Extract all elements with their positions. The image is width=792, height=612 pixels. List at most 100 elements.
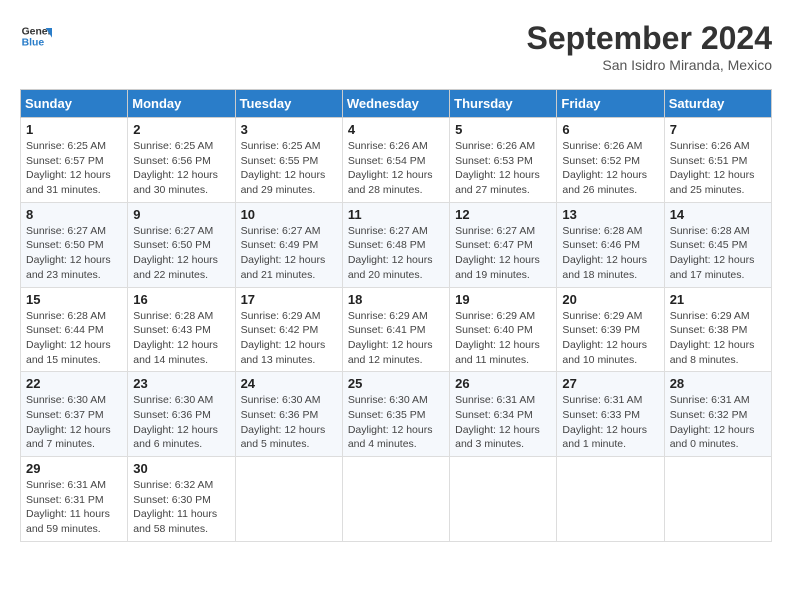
day-detail: Sunrise: 6:25 AM Sunset: 6:57 PM Dayligh… bbox=[26, 139, 122, 198]
column-header-wednesday: Wednesday bbox=[342, 90, 449, 118]
day-number: 9 bbox=[133, 207, 229, 222]
day-detail: Sunrise: 6:25 AM Sunset: 6:55 PM Dayligh… bbox=[241, 139, 337, 198]
day-detail: Sunrise: 6:27 AM Sunset: 6:48 PM Dayligh… bbox=[348, 224, 444, 283]
calendar-cell: 16 Sunrise: 6:28 AM Sunset: 6:43 PM Dayl… bbox=[128, 287, 235, 372]
calendar-cell: 23 Sunrise: 6:30 AM Sunset: 6:36 PM Dayl… bbox=[128, 372, 235, 457]
column-header-tuesday: Tuesday bbox=[235, 90, 342, 118]
calendar-cell: 8 Sunrise: 6:27 AM Sunset: 6:50 PM Dayli… bbox=[21, 202, 128, 287]
day-number: 8 bbox=[26, 207, 122, 222]
calendar-cell: 24 Sunrise: 6:30 AM Sunset: 6:36 PM Dayl… bbox=[235, 372, 342, 457]
calendar-cell: 25 Sunrise: 6:30 AM Sunset: 6:35 PM Dayl… bbox=[342, 372, 449, 457]
day-detail: Sunrise: 6:26 AM Sunset: 6:52 PM Dayligh… bbox=[562, 139, 658, 198]
day-number: 14 bbox=[670, 207, 766, 222]
day-detail: Sunrise: 6:28 AM Sunset: 6:46 PM Dayligh… bbox=[562, 224, 658, 283]
day-detail: Sunrise: 6:27 AM Sunset: 6:50 PM Dayligh… bbox=[133, 224, 229, 283]
day-detail: Sunrise: 6:28 AM Sunset: 6:44 PM Dayligh… bbox=[26, 309, 122, 368]
day-number: 22 bbox=[26, 376, 122, 391]
day-detail: Sunrise: 6:29 AM Sunset: 6:41 PM Dayligh… bbox=[348, 309, 444, 368]
calendar-cell: 26 Sunrise: 6:31 AM Sunset: 6:34 PM Dayl… bbox=[450, 372, 557, 457]
calendar-title-area: September 2024 San Isidro Miranda, Mexic… bbox=[527, 20, 772, 73]
day-number: 29 bbox=[26, 461, 122, 476]
day-number: 6 bbox=[562, 122, 658, 137]
calendar-week-5: 29 Sunrise: 6:31 AM Sunset: 6:31 PM Dayl… bbox=[21, 457, 772, 542]
calendar-cell: 22 Sunrise: 6:30 AM Sunset: 6:37 PM Dayl… bbox=[21, 372, 128, 457]
calendar-cell: 15 Sunrise: 6:28 AM Sunset: 6:44 PM Dayl… bbox=[21, 287, 128, 372]
day-number: 12 bbox=[455, 207, 551, 222]
calendar-cell: 14 Sunrise: 6:28 AM Sunset: 6:45 PM Dayl… bbox=[664, 202, 771, 287]
calendar-cell bbox=[664, 457, 771, 542]
calendar-subtitle: San Isidro Miranda, Mexico bbox=[527, 57, 772, 73]
day-detail: Sunrise: 6:31 AM Sunset: 6:34 PM Dayligh… bbox=[455, 393, 551, 452]
day-number: 19 bbox=[455, 292, 551, 307]
calendar-table: SundayMondayTuesdayWednesdayThursdayFrid… bbox=[20, 89, 772, 542]
calendar-title: September 2024 bbox=[527, 20, 772, 57]
calendar-cell: 5 Sunrise: 6:26 AM Sunset: 6:53 PM Dayli… bbox=[450, 118, 557, 203]
day-number: 11 bbox=[348, 207, 444, 222]
calendar-cell: 19 Sunrise: 6:29 AM Sunset: 6:40 PM Dayl… bbox=[450, 287, 557, 372]
day-number: 16 bbox=[133, 292, 229, 307]
calendar-week-2: 8 Sunrise: 6:27 AM Sunset: 6:50 PM Dayli… bbox=[21, 202, 772, 287]
calendar-cell: 9 Sunrise: 6:27 AM Sunset: 6:50 PM Dayli… bbox=[128, 202, 235, 287]
day-number: 5 bbox=[455, 122, 551, 137]
day-detail: Sunrise: 6:29 AM Sunset: 6:40 PM Dayligh… bbox=[455, 309, 551, 368]
day-detail: Sunrise: 6:27 AM Sunset: 6:47 PM Dayligh… bbox=[455, 224, 551, 283]
calendar-cell: 3 Sunrise: 6:25 AM Sunset: 6:55 PM Dayli… bbox=[235, 118, 342, 203]
day-number: 18 bbox=[348, 292, 444, 307]
day-number: 20 bbox=[562, 292, 658, 307]
day-number: 7 bbox=[670, 122, 766, 137]
column-header-sunday: Sunday bbox=[21, 90, 128, 118]
calendar-cell: 27 Sunrise: 6:31 AM Sunset: 6:33 PM Dayl… bbox=[557, 372, 664, 457]
day-detail: Sunrise: 6:30 AM Sunset: 6:36 PM Dayligh… bbox=[241, 393, 337, 452]
day-number: 25 bbox=[348, 376, 444, 391]
day-number: 23 bbox=[133, 376, 229, 391]
calendar-week-3: 15 Sunrise: 6:28 AM Sunset: 6:44 PM Dayl… bbox=[21, 287, 772, 372]
calendar-cell: 10 Sunrise: 6:27 AM Sunset: 6:49 PM Dayl… bbox=[235, 202, 342, 287]
day-detail: Sunrise: 6:27 AM Sunset: 6:50 PM Dayligh… bbox=[26, 224, 122, 283]
calendar-cell: 2 Sunrise: 6:25 AM Sunset: 6:56 PM Dayli… bbox=[128, 118, 235, 203]
calendar-cell: 6 Sunrise: 6:26 AM Sunset: 6:52 PM Dayli… bbox=[557, 118, 664, 203]
calendar-cell: 1 Sunrise: 6:25 AM Sunset: 6:57 PM Dayli… bbox=[21, 118, 128, 203]
logo-icon: General Blue bbox=[20, 20, 52, 52]
column-header-thursday: Thursday bbox=[450, 90, 557, 118]
day-detail: Sunrise: 6:25 AM Sunset: 6:56 PM Dayligh… bbox=[133, 139, 229, 198]
day-detail: Sunrise: 6:29 AM Sunset: 6:39 PM Dayligh… bbox=[562, 309, 658, 368]
day-number: 28 bbox=[670, 376, 766, 391]
day-number: 27 bbox=[562, 376, 658, 391]
day-detail: Sunrise: 6:30 AM Sunset: 6:36 PM Dayligh… bbox=[133, 393, 229, 452]
calendar-cell: 7 Sunrise: 6:26 AM Sunset: 6:51 PM Dayli… bbox=[664, 118, 771, 203]
day-detail: Sunrise: 6:26 AM Sunset: 6:53 PM Dayligh… bbox=[455, 139, 551, 198]
day-detail: Sunrise: 6:27 AM Sunset: 6:49 PM Dayligh… bbox=[241, 224, 337, 283]
day-number: 15 bbox=[26, 292, 122, 307]
day-number: 1 bbox=[26, 122, 122, 137]
day-number: 30 bbox=[133, 461, 229, 476]
day-detail: Sunrise: 6:30 AM Sunset: 6:37 PM Dayligh… bbox=[26, 393, 122, 452]
calendar-cell: 30 Sunrise: 6:32 AM Sunset: 6:30 PM Dayl… bbox=[128, 457, 235, 542]
calendar-cell bbox=[235, 457, 342, 542]
day-number: 26 bbox=[455, 376, 551, 391]
day-number: 17 bbox=[241, 292, 337, 307]
calendar-week-4: 22 Sunrise: 6:30 AM Sunset: 6:37 PM Dayl… bbox=[21, 372, 772, 457]
day-number: 4 bbox=[348, 122, 444, 137]
day-detail: Sunrise: 6:31 AM Sunset: 6:33 PM Dayligh… bbox=[562, 393, 658, 452]
calendar-cell: 4 Sunrise: 6:26 AM Sunset: 6:54 PM Dayli… bbox=[342, 118, 449, 203]
column-header-monday: Monday bbox=[128, 90, 235, 118]
column-header-friday: Friday bbox=[557, 90, 664, 118]
calendar-cell bbox=[342, 457, 449, 542]
day-detail: Sunrise: 6:28 AM Sunset: 6:45 PM Dayligh… bbox=[670, 224, 766, 283]
column-header-saturday: Saturday bbox=[664, 90, 771, 118]
svg-text:Blue: Blue bbox=[22, 38, 45, 49]
day-detail: Sunrise: 6:30 AM Sunset: 6:35 PM Dayligh… bbox=[348, 393, 444, 452]
day-detail: Sunrise: 6:29 AM Sunset: 6:38 PM Dayligh… bbox=[670, 309, 766, 368]
calendar-cell: 11 Sunrise: 6:27 AM Sunset: 6:48 PM Dayl… bbox=[342, 202, 449, 287]
day-detail: Sunrise: 6:28 AM Sunset: 6:43 PM Dayligh… bbox=[133, 309, 229, 368]
day-detail: Sunrise: 6:32 AM Sunset: 6:30 PM Dayligh… bbox=[133, 478, 229, 537]
calendar-cell: 13 Sunrise: 6:28 AM Sunset: 6:46 PM Dayl… bbox=[557, 202, 664, 287]
logo: General Blue bbox=[20, 20, 52, 52]
calendar-cell: 28 Sunrise: 6:31 AM Sunset: 6:32 PM Dayl… bbox=[664, 372, 771, 457]
day-number: 10 bbox=[241, 207, 337, 222]
calendar-cell: 20 Sunrise: 6:29 AM Sunset: 6:39 PM Dayl… bbox=[557, 287, 664, 372]
day-detail: Sunrise: 6:26 AM Sunset: 6:51 PM Dayligh… bbox=[670, 139, 766, 198]
day-detail: Sunrise: 6:29 AM Sunset: 6:42 PM Dayligh… bbox=[241, 309, 337, 368]
calendar-cell: 18 Sunrise: 6:29 AM Sunset: 6:41 PM Dayl… bbox=[342, 287, 449, 372]
calendar-cell: 17 Sunrise: 6:29 AM Sunset: 6:42 PM Dayl… bbox=[235, 287, 342, 372]
